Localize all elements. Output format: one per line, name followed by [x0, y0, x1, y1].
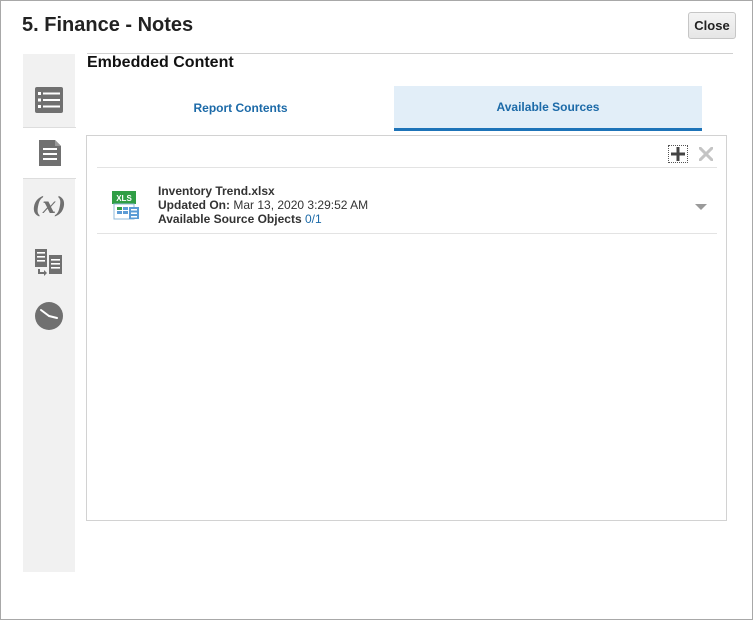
tab-report-contents[interactable]: Report Contents [87, 86, 394, 130]
xls-badge-text: XLS [116, 194, 132, 203]
clock-icon [35, 302, 63, 330]
add-source-button[interactable] [668, 145, 688, 163]
updated-label: Updated On: [158, 198, 230, 212]
toolbar-divider [97, 167, 717, 168]
list-icon [35, 87, 63, 113]
sidebar-item-variables[interactable]: (x) [23, 180, 75, 232]
objects-count-link[interactable]: 0/1 [305, 212, 322, 226]
updated-value: Mar 13, 2020 3:29:52 AM [233, 198, 369, 212]
source-file-name: Inventory Trend.xlsx [158, 184, 275, 198]
source-updated-line: Updated On: Mar 13, 2020 3:29:52 AM [158, 198, 368, 212]
notes-dialog: 5. Finance - Notes Close (x) Embedded Co… [0, 0, 753, 620]
chevron-down-icon[interactable] [695, 204, 707, 210]
list-item[interactable]: XLS Inventory Trend.xlsx Updated On: Mar… [97, 169, 717, 234]
sources-panel: XLS Inventory Trend.xlsx Updated On: Mar… [86, 135, 727, 521]
document-icon [38, 140, 61, 166]
sidebar-item-history[interactable] [23, 290, 75, 342]
close-button[interactable]: Close [688, 12, 736, 39]
sidebar-item-document[interactable] [23, 127, 76, 179]
remove-source-button[interactable] [697, 145, 715, 163]
objects-label: Available Source Objects [158, 212, 302, 226]
sidebar: (x) [23, 54, 76, 572]
dialog-title: 5. Finance - Notes [22, 14, 194, 36]
sidebar-item-copy-transfer[interactable] [23, 236, 75, 288]
plus-icon [671, 147, 685, 161]
excel-file-icon: XLS [112, 191, 139, 220]
sidebar-item-list[interactable] [23, 74, 75, 126]
copy-transfer-icon [35, 249, 62, 276]
tab-available-sources[interactable]: Available Sources [394, 86, 702, 131]
source-objects-line: Available Source Objects 0/1 [158, 212, 322, 226]
section-title: Embedded Content [87, 54, 234, 71]
close-x-icon [699, 147, 713, 161]
variable-icon: (x) [32, 193, 66, 219]
